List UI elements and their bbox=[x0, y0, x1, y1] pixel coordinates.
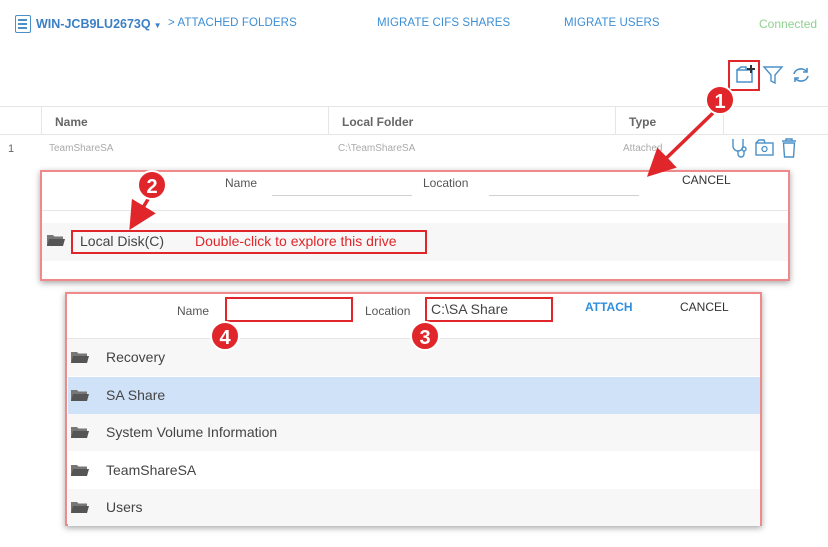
step-badge-3: 3 bbox=[410, 321, 440, 351]
annotation-arrows bbox=[129, 111, 715, 230]
step-badge-2: 2 bbox=[137, 170, 167, 200]
step-badge-4: 4 bbox=[210, 321, 240, 351]
arrow-1 bbox=[646, 111, 715, 177]
step-badge-1: 1 bbox=[705, 85, 735, 115]
arrow-2 bbox=[129, 195, 156, 230]
